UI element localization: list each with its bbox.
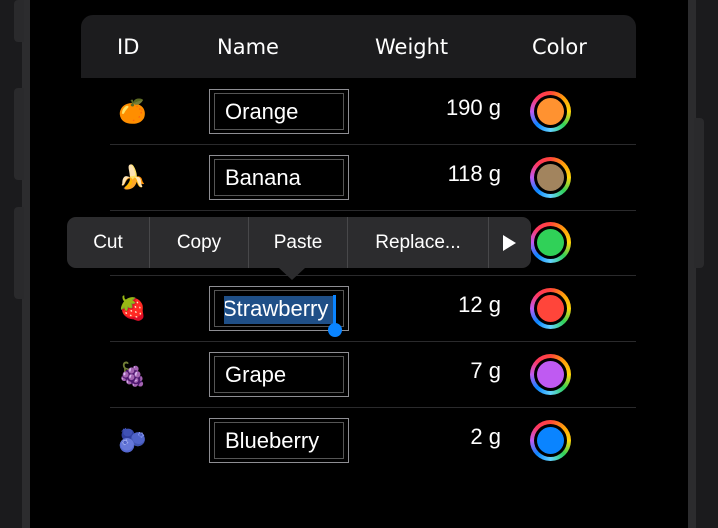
name-field[interactable]: Blueberry: [209, 418, 349, 463]
device-volume-up: [14, 88, 24, 180]
copy-menu-item[interactable]: Copy: [150, 217, 248, 268]
table-row[interactable]: 🍓 Strawberry 12 g: [110, 276, 636, 342]
color-well-gap: [534, 95, 567, 128]
weight-value: 190 g: [445, 95, 501, 120]
color-swatch: [537, 164, 564, 191]
selection-end-caret: [333, 295, 336, 325]
name-field[interactable]: Orange: [209, 89, 349, 134]
color-swatch: [537, 361, 564, 388]
table-row[interactable]: 🍇 Grape 7 g: [110, 342, 636, 408]
color-well[interactable]: [530, 91, 571, 132]
play-icon: [503, 235, 516, 251]
more-menu-button[interactable]: [489, 217, 531, 268]
color-well[interactable]: [530, 157, 571, 198]
fruit-icon: 🍌: [118, 165, 147, 191]
name-value: Blueberry: [225, 428, 320, 453]
color-well-gap: [534, 424, 567, 457]
fruit-icon: 🍊: [118, 99, 147, 125]
name-field-editing[interactable]: Strawberry: [209, 286, 349, 337]
header-color[interactable]: Color: [532, 35, 587, 59]
name-field[interactable]: Grape: [209, 352, 349, 397]
color-well-gap: [534, 226, 567, 259]
replace-menu-item[interactable]: Replace...: [348, 217, 488, 268]
menu-pointer-arrow: [279, 268, 305, 280]
color-well-gap: [534, 161, 567, 194]
table-row[interactable]: 🍊 Orange 190 g: [110, 79, 636, 145]
color-swatch: [537, 427, 564, 454]
color-swatch: [537, 295, 564, 322]
fruit-icon: 🍓: [118, 296, 147, 322]
selection-handle[interactable]: [328, 323, 342, 337]
color-well[interactable]: [530, 420, 571, 461]
name-value-selected: Strawberry: [222, 296, 329, 321]
name-value: Banana: [225, 165, 301, 190]
color-swatch: [537, 98, 564, 125]
weight-value: 7 g: [470, 358, 501, 383]
name-field[interactable]: Banana: [209, 155, 349, 200]
device-volume-down: [14, 207, 24, 299]
weight-value: 118 g: [447, 161, 501, 186]
color-well-gap: [534, 358, 567, 391]
edit-menu: Cut Copy Paste Replace...: [67, 217, 531, 280]
weight-value: 2 g: [470, 424, 501, 449]
cut-menu-item[interactable]: Cut: [67, 217, 149, 268]
header-weight[interactable]: Weight: [375, 35, 448, 59]
table-row[interactable]: 🍌 Banana 118 g: [110, 145, 636, 211]
color-well[interactable]: [530, 354, 571, 395]
paste-menu-item[interactable]: Paste: [249, 217, 347, 268]
device-button: [14, 0, 24, 42]
table-header: ID Name Weight Color: [81, 15, 636, 78]
device-side-button: [694, 118, 704, 268]
header-name[interactable]: Name: [217, 35, 279, 59]
color-well[interactable]: [530, 288, 571, 329]
fruit-icon: 🫐: [118, 428, 147, 454]
name-value: Orange: [225, 99, 299, 124]
color-well[interactable]: [530, 222, 571, 263]
fruit-icon: 🍇: [118, 362, 147, 388]
name-value: Grape: [225, 362, 287, 387]
table-row[interactable]: 🫐 Blueberry 2 g: [110, 408, 636, 474]
weight-value: 12 g: [458, 292, 501, 317]
color-well-gap: [534, 292, 567, 325]
header-id[interactable]: ID: [117, 35, 139, 59]
color-swatch: [537, 229, 564, 256]
